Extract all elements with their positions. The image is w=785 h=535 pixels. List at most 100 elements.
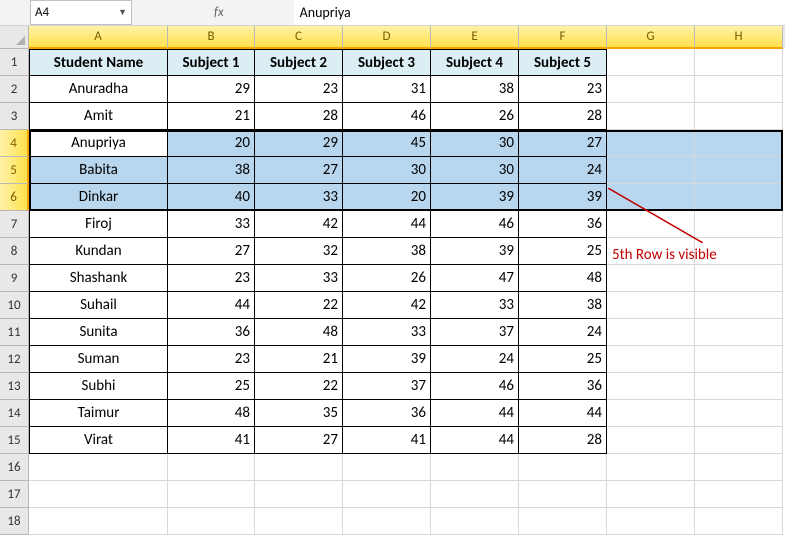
cell-E8[interactable]: 39 <box>431 238 519 265</box>
cell-G17[interactable] <box>607 481 695 508</box>
cell-B2[interactable]: 29 <box>168 76 255 103</box>
cell-B6[interactable]: 40 <box>168 184 255 211</box>
cell-D6[interactable]: 20 <box>343 184 431 211</box>
cell-C4[interactable]: 29 <box>255 130 343 157</box>
cell-D17[interactable] <box>343 481 431 508</box>
cell-B15[interactable]: 41 <box>168 427 255 454</box>
cell-E13[interactable]: 46 <box>431 373 519 400</box>
cell-B7[interactable]: 33 <box>168 211 255 238</box>
cell-G10[interactable] <box>607 292 695 319</box>
cell-F3[interactable]: 28 <box>519 103 607 130</box>
cell-E12[interactable]: 24 <box>431 346 519 373</box>
cell-F6[interactable]: 39 <box>519 184 607 211</box>
row-header-4[interactable]: 4 <box>0 130 29 157</box>
row-header-10[interactable]: 10 <box>0 292 29 319</box>
cell-G1[interactable] <box>607 49 695 76</box>
cell-A7[interactable]: Firoj <box>29 211 168 238</box>
cell-B12[interactable]: 23 <box>168 346 255 373</box>
cell-A6[interactable]: Dinkar <box>29 184 168 211</box>
cell-B1[interactable]: Subject 1 <box>168 49 255 76</box>
cell-F15[interactable]: 28 <box>519 427 607 454</box>
column-header-H[interactable]: H <box>695 26 783 49</box>
cell-E11[interactable]: 37 <box>431 319 519 346</box>
cell-A5[interactable]: Babita <box>29 157 168 184</box>
cell-D1[interactable]: Subject 3 <box>343 49 431 76</box>
cell-C16[interactable] <box>255 454 343 481</box>
cell-A1[interactable]: Student Name <box>29 49 168 76</box>
cell-B8[interactable]: 27 <box>168 238 255 265</box>
cell-D11[interactable]: 33 <box>343 319 431 346</box>
cell-C12[interactable]: 21 <box>255 346 343 373</box>
cell-D8[interactable]: 38 <box>343 238 431 265</box>
cell-H4[interactable] <box>695 130 783 157</box>
cell-D2[interactable]: 31 <box>343 76 431 103</box>
row-header-6[interactable]: 6 <box>0 184 29 211</box>
cell-G6[interactable] <box>607 184 695 211</box>
column-header-G[interactable]: G <box>607 26 695 49</box>
cell-D13[interactable]: 37 <box>343 373 431 400</box>
cell-C9[interactable]: 33 <box>255 265 343 292</box>
cell-A13[interactable]: Subhi <box>29 373 168 400</box>
cell-G16[interactable] <box>607 454 695 481</box>
cell-A10[interactable]: Suhail <box>29 292 168 319</box>
cell-F9[interactable]: 48 <box>519 265 607 292</box>
cell-C3[interactable]: 28 <box>255 103 343 130</box>
cell-D18[interactable] <box>343 508 431 535</box>
cell-C11[interactable]: 48 <box>255 319 343 346</box>
cell-A16[interactable] <box>29 454 168 481</box>
cell-G2[interactable] <box>607 76 695 103</box>
cell-F2[interactable]: 23 <box>519 76 607 103</box>
cell-B18[interactable] <box>168 508 255 535</box>
cell-G11[interactable] <box>607 319 695 346</box>
cell-F8[interactable]: 25 <box>519 238 607 265</box>
cell-F13[interactable]: 36 <box>519 373 607 400</box>
cell-A9[interactable]: Shashank <box>29 265 168 292</box>
cell-E2[interactable]: 38 <box>431 76 519 103</box>
cell-E7[interactable]: 46 <box>431 211 519 238</box>
fx-icon[interactable]: fx <box>134 5 294 20</box>
cell-F7[interactable]: 36 <box>519 211 607 238</box>
row-header-8[interactable]: 8 <box>0 238 29 265</box>
cell-E3[interactable]: 26 <box>431 103 519 130</box>
cell-H2[interactable] <box>695 76 783 103</box>
cell-G3[interactable] <box>607 103 695 130</box>
cell-C1[interactable]: Subject 2 <box>255 49 343 76</box>
cell-A4[interactable]: Anupriya <box>29 130 168 157</box>
cell-G4[interactable] <box>607 130 695 157</box>
cell-H12[interactable] <box>695 346 783 373</box>
cell-B4[interactable]: 20 <box>168 130 255 157</box>
row-header-17[interactable]: 17 <box>0 481 29 508</box>
cell-F18[interactable] <box>519 508 607 535</box>
cell-E5[interactable]: 30 <box>431 157 519 184</box>
cell-C7[interactable]: 42 <box>255 211 343 238</box>
cell-A15[interactable]: Virat <box>29 427 168 454</box>
row-header-7[interactable]: 7 <box>0 211 29 238</box>
cell-D16[interactable] <box>343 454 431 481</box>
row-header-14[interactable]: 14 <box>0 400 29 427</box>
cell-F16[interactable] <box>519 454 607 481</box>
cell-F4[interactable]: 27 <box>519 130 607 157</box>
cell-C15[interactable]: 27 <box>255 427 343 454</box>
column-header-F[interactable]: F <box>519 26 607 49</box>
cell-A17[interactable] <box>29 481 168 508</box>
cell-A8[interactable]: Kundan <box>29 238 168 265</box>
cell-A12[interactable]: Suman <box>29 346 168 373</box>
cell-A3[interactable]: Amit <box>29 103 168 130</box>
cell-E9[interactable]: 47 <box>431 265 519 292</box>
cell-E4[interactable]: 30 <box>431 130 519 157</box>
cell-G13[interactable] <box>607 373 695 400</box>
cell-H6[interactable] <box>695 184 783 211</box>
cell-B17[interactable] <box>168 481 255 508</box>
cell-H17[interactable] <box>695 481 783 508</box>
cell-D9[interactable]: 26 <box>343 265 431 292</box>
cell-A2[interactable]: Anuradha <box>29 76 168 103</box>
cell-B16[interactable] <box>168 454 255 481</box>
cell-E16[interactable] <box>431 454 519 481</box>
cell-E18[interactable] <box>431 508 519 535</box>
cell-D15[interactable]: 41 <box>343 427 431 454</box>
row-header-18[interactable]: 18 <box>0 508 29 535</box>
column-header-C[interactable]: C <box>255 26 343 49</box>
cell-D4[interactable]: 45 <box>343 130 431 157</box>
cell-D5[interactable]: 30 <box>343 157 431 184</box>
row-header-16[interactable]: 16 <box>0 454 29 481</box>
